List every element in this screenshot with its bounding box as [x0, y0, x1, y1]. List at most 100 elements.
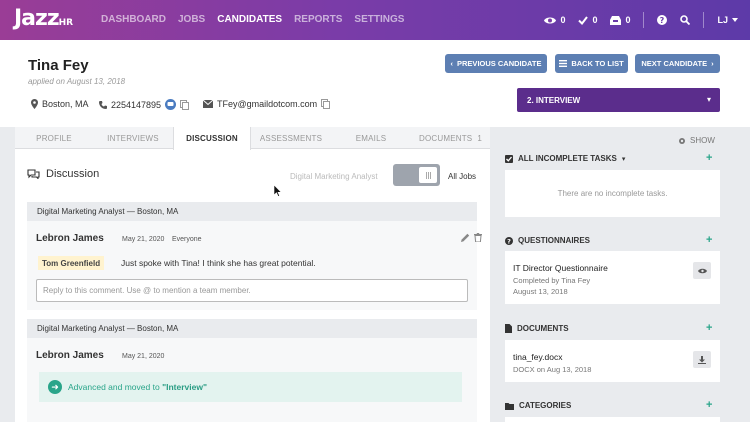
file-icon: [505, 324, 512, 333]
inbox-icon: [610, 15, 622, 25]
chevron-left-icon: ‹: [450, 59, 454, 68]
svg-text:?: ?: [507, 237, 511, 245]
caret-down-icon: ▾: [706, 95, 711, 104]
nav-settings[interactable]: SETTINGS: [354, 14, 404, 25]
email: TFey@gmaildotcom.com: [203, 99, 331, 109]
applied-date: applied on August 13, 2018: [28, 77, 126, 86]
discussion-title: Discussion: [27, 168, 99, 180]
add-document-button[interactable]: +: [706, 322, 712, 334]
arrow-right-circle-icon: ➜: [48, 380, 62, 394]
documents-section-title: DOCUMENTS: [505, 324, 569, 333]
eye-icon: [544, 17, 557, 23]
show-toggle[interactable]: SHOW: [678, 136, 715, 145]
comment-author: Lebron James: [36, 350, 104, 361]
envelope-icon: [203, 100, 213, 108]
nav-jobs[interactable]: JOBS: [178, 14, 205, 25]
discussion-thread: Digital Marketing Analyst — Boston, MA L…: [27, 319, 477, 422]
tab-emails[interactable]: EMAILS: [331, 127, 411, 149]
mention-tag[interactable]: Tom Greenfield: [38, 256, 105, 270]
workflow-stage-select[interactable]: 2. INTERVIEW ▾: [517, 88, 720, 112]
chevron-down-icon: [732, 18, 738, 22]
nav-links: DASHBOARD JOBS CANDIDATES REPORTS SETTIN…: [101, 14, 404, 25]
add-questionnaire-button[interactable]: +: [706, 234, 712, 246]
job-filter-label: Digital Marketing Analyst: [290, 172, 378, 181]
copy-icon[interactable]: [321, 99, 331, 109]
tasks-counter[interactable]: 0: [578, 15, 597, 25]
reply-input[interactable]: Reply to this comment. Use @ to mention …: [36, 279, 468, 302]
candidate-name: Tina Fey: [28, 57, 89, 74]
tab-discussion[interactable]: DISCUSSION: [173, 127, 251, 150]
questionnaire-date: August 13, 2018: [513, 287, 568, 296]
help-button[interactable]: ?: [657, 15, 668, 25]
thread-job-header: Digital Marketing Analyst — Boston, MA: [27, 202, 477, 221]
chevron-right-icon: ›: [711, 59, 714, 68]
location: Boston, MA: [31, 99, 89, 109]
comment-text: Just spoke with Tina! I think she has gr…: [121, 258, 316, 268]
nav-reports[interactable]: REPORTS: [294, 14, 342, 25]
nav-dashboard[interactable]: DASHBOARD: [101, 14, 166, 25]
job-filter-toggle[interactable]: [393, 164, 440, 186]
previous-candidate-button[interactable]: ‹ PREVIOUS CANDIDATE: [445, 54, 547, 73]
user-initials: LJ: [717, 15, 728, 25]
download-document-button[interactable]: [693, 351, 711, 368]
search-icon: [680, 15, 691, 25]
gear-icon: [679, 137, 685, 144]
document-card: tina_fey.docx DOCX on Aug 13, 2018: [505, 340, 720, 382]
nav-separator: [643, 12, 645, 28]
mouse-cursor-icon: [274, 185, 282, 197]
tasks-section-title[interactable]: ALL INCOMPLETE TASKS ▾: [505, 154, 625, 163]
inbox-counter[interactable]: 0: [610, 15, 630, 25]
tasks-empty-message: There are no incomplete tasks.: [557, 189, 668, 198]
map-marker-icon: [31, 99, 38, 109]
tab-profile[interactable]: PROFILE: [15, 127, 93, 149]
phone-icon: [99, 100, 107, 109]
search-button[interactable]: [680, 15, 691, 25]
nav-candidates[interactable]: CANDIDATES: [217, 14, 282, 25]
documents-count: 1: [477, 133, 482, 143]
candidate-tabs: PROFILE INTERVIEWS DISCUSSION ASSESSMENT…: [15, 127, 490, 150]
copy-icon[interactable]: [180, 99, 190, 110]
tab-interviews[interactable]: INTERVIEWS: [93, 127, 173, 149]
add-category-button[interactable]: +: [706, 399, 712, 411]
top-nav: JazzHR DASHBOARD JOBS CANDIDATES REPORTS…: [0, 0, 750, 40]
thread-job-header: Digital Marketing Analyst — Boston, MA: [27, 319, 477, 338]
list-icon: [559, 60, 568, 67]
check-icon: [578, 15, 589, 25]
questionnaire-name[interactable]: IT Director Questionnaire: [513, 263, 608, 273]
help-icon: ?: [657, 15, 668, 25]
pencil-icon[interactable]: [461, 233, 470, 242]
comments-icon: [27, 169, 40, 179]
categories-section-title: CATEGORIES: [505, 401, 571, 410]
user-menu[interactable]: LJ: [717, 15, 738, 25]
questionnaires-section-title: ? QUESTIONNAIRES: [505, 236, 590, 245]
back-to-list-button[interactable]: BACK TO LIST: [555, 54, 628, 73]
sms-icon[interactable]: [165, 99, 177, 110]
questionnaire-card: IT Director Questionnaire Completed by T…: [505, 251, 720, 304]
jazzhr-logo[interactable]: JazzHR: [14, 6, 73, 31]
views-counter[interactable]: 0: [544, 15, 565, 25]
eye-icon: [697, 268, 707, 273]
comment-date: May 21, 2020: [122, 236, 165, 243]
tasks-card: There are no incomplete tasks.: [505, 170, 720, 217]
document-info: DOCX on Aug 13, 2018: [513, 365, 592, 374]
svg-text:?: ?: [660, 16, 665, 25]
discussion-thread: Digital Marketing Analyst — Boston, MA L…: [27, 202, 482, 310]
phone: 2254147895: [99, 99, 190, 110]
trash-icon[interactable]: [474, 233, 482, 242]
tab-assessments[interactable]: ASSESSMENTS: [251, 127, 331, 149]
next-candidate-button[interactable]: NEXT CANDIDATE ›: [635, 54, 720, 73]
all-jobs-label: All Jobs: [448, 172, 477, 181]
questionnaire-completed-by: Completed by Tina Fey: [513, 276, 591, 285]
tab-documents[interactable]: DOCUMENTS 1: [411, 127, 490, 149]
nav-separator: [703, 12, 705, 28]
view-questionnaire-button[interactable]: [693, 262, 711, 279]
question-circle-icon: ?: [505, 236, 513, 245]
categories-card: [505, 417, 720, 422]
comment-visibility: Everyone: [172, 236, 202, 243]
document-name[interactable]: tina_fey.docx: [513, 352, 562, 362]
folder-icon: [505, 402, 514, 410]
comment-author: Lebron James: [36, 233, 104, 244]
add-task-button[interactable]: +: [706, 152, 712, 164]
download-icon: [698, 355, 706, 364]
caret-down-icon: ▾: [621, 155, 626, 163]
